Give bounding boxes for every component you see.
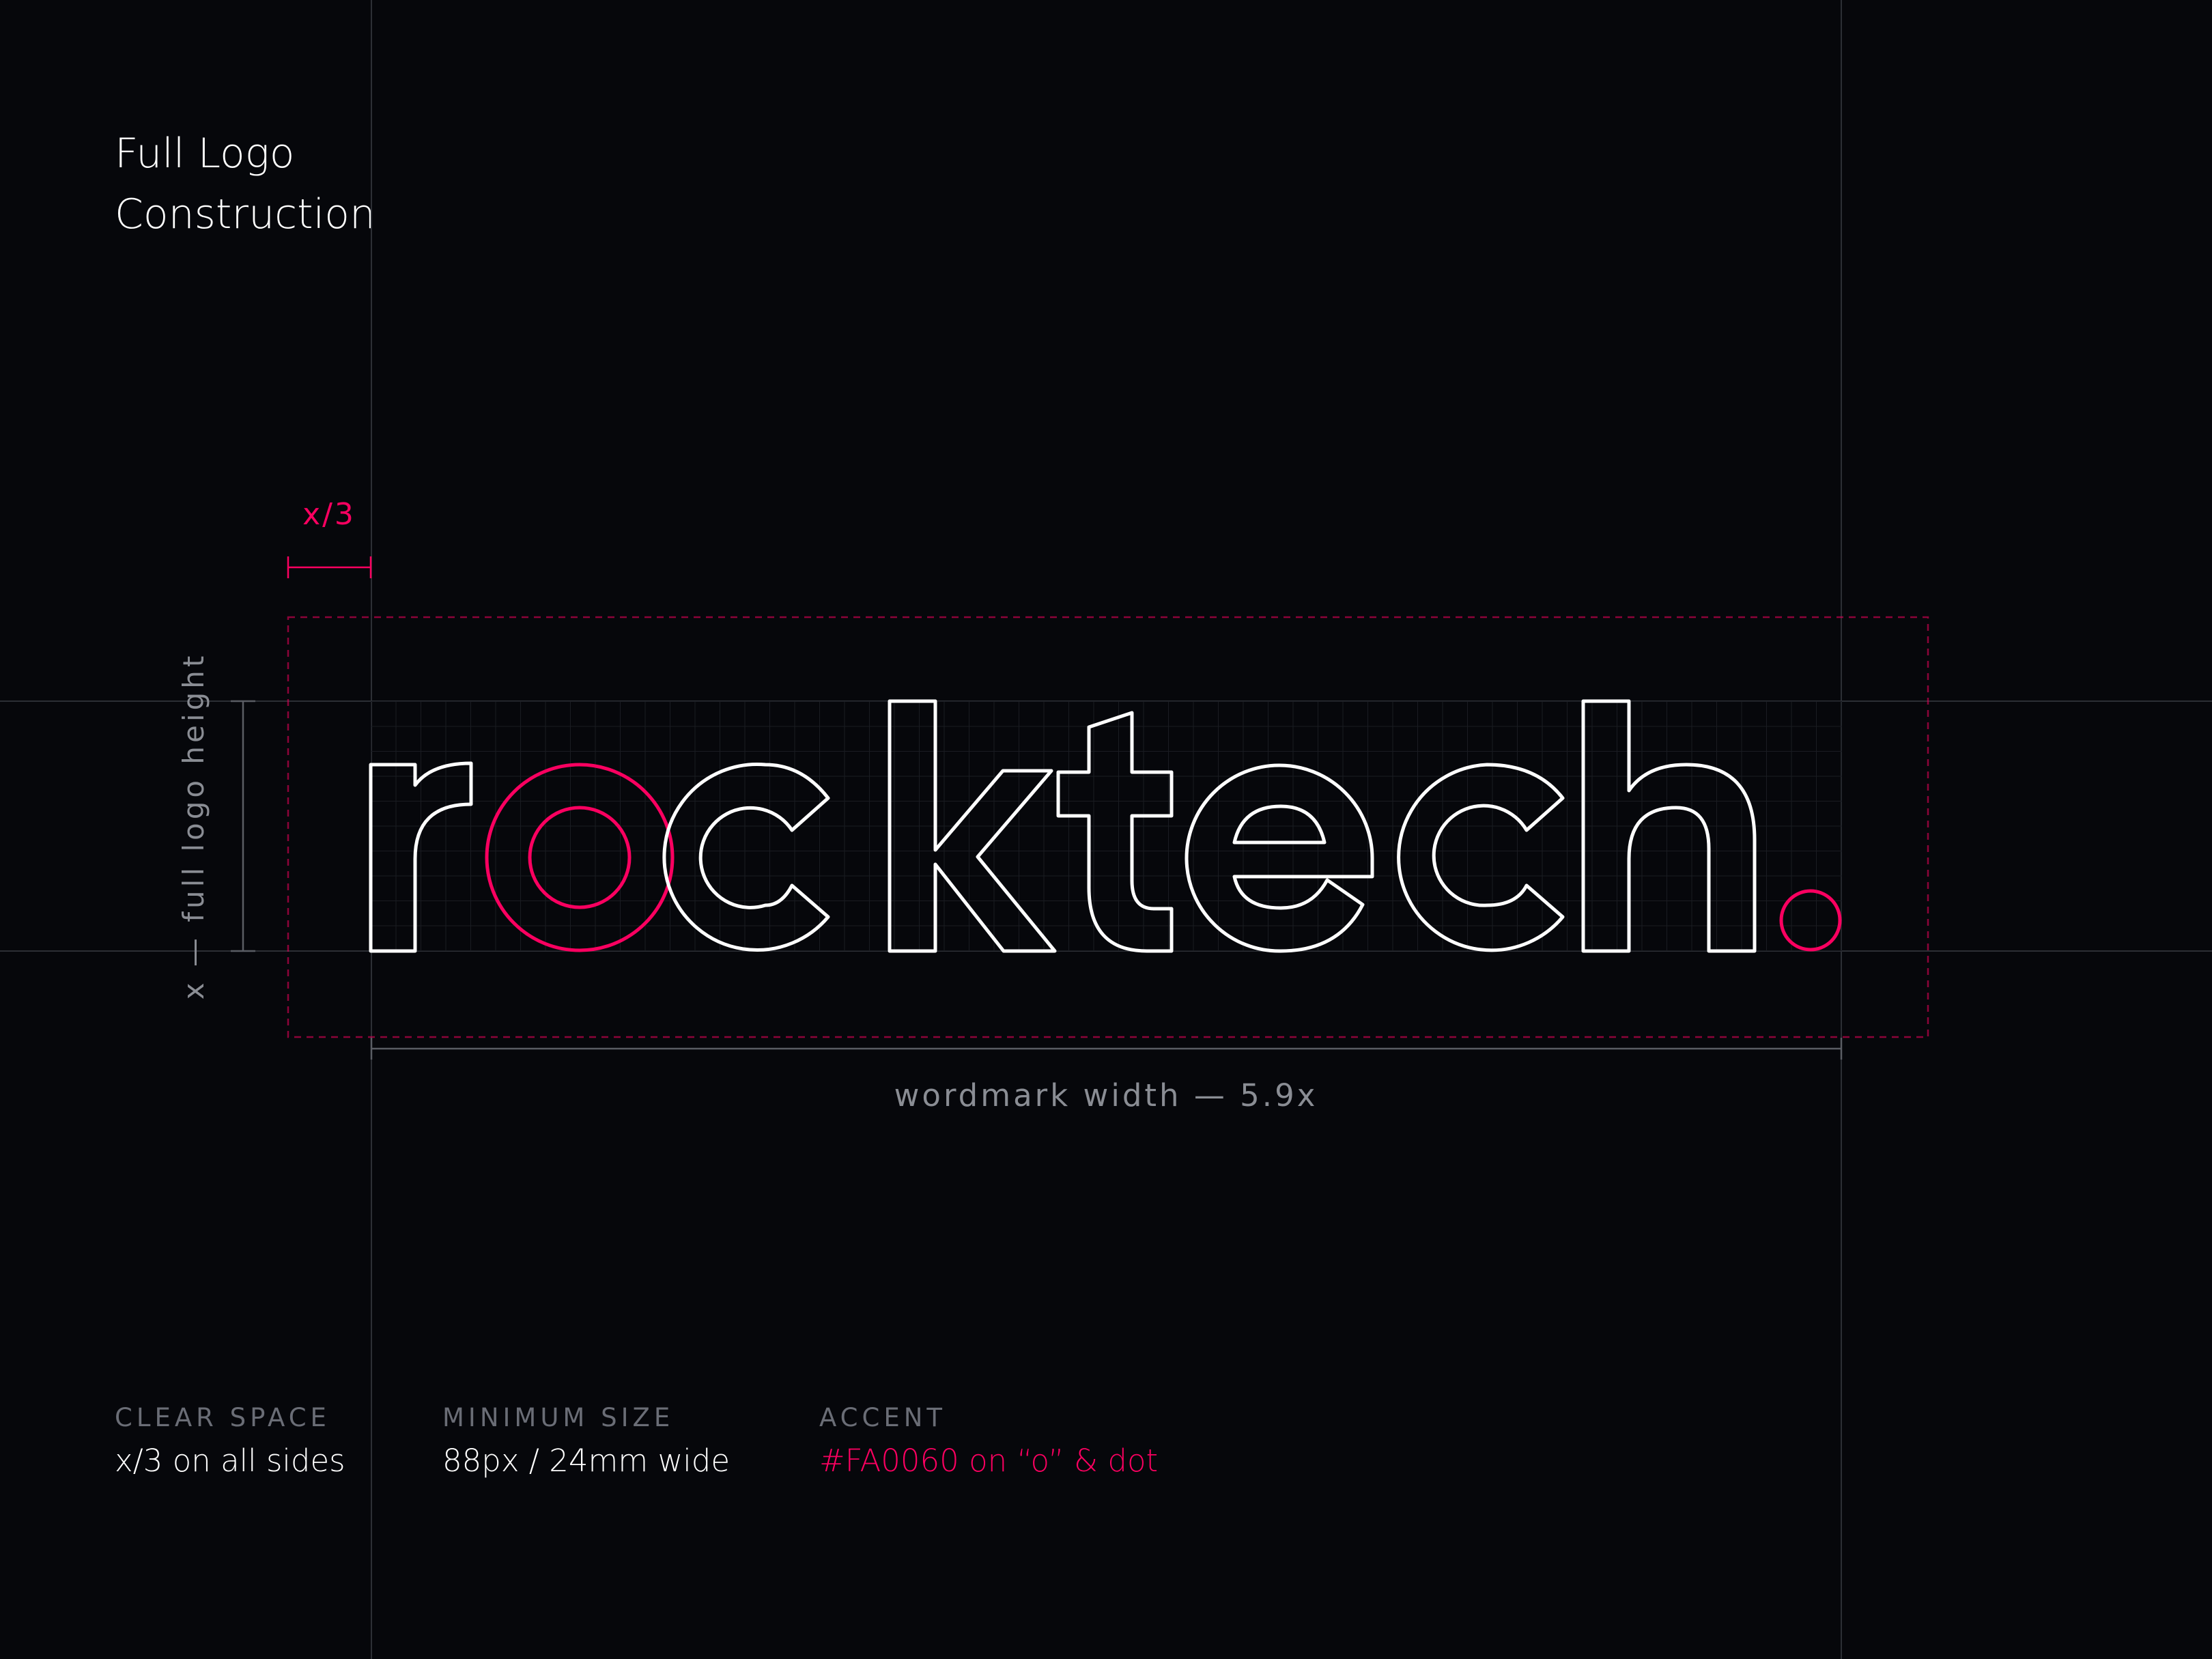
spec-value-clear-space: x/3 on all sides [115, 1443, 345, 1479]
spec-label-minimum-size: MINIMUM SIZE [442, 1403, 675, 1432]
height-marker [231, 700, 255, 952]
spec-value-accent: #FA0060 on “o” & dot [819, 1443, 1159, 1479]
construction-grid [371, 701, 1842, 951]
construction-sheet: Full Logo Construction x/3 x — full logo… [0, 0, 2212, 1659]
height-label: x — full logo height [177, 653, 210, 1000]
logo-construction-diagram: x/3 x — full logo height wordmark width … [0, 0, 2212, 1659]
clear-space-label: x/3 [302, 497, 356, 532]
width-marker [370, 1038, 1843, 1060]
spec-label-accent: ACCENT [819, 1403, 946, 1432]
spec-label-clear-space: CLEAR SPACE [115, 1403, 330, 1432]
spec-value-minimum-size: 88px / 24mm wide [442, 1443, 731, 1479]
clear-space-marker [287, 556, 372, 578]
width-label: wordmark width — 5.9x [894, 1077, 1318, 1114]
